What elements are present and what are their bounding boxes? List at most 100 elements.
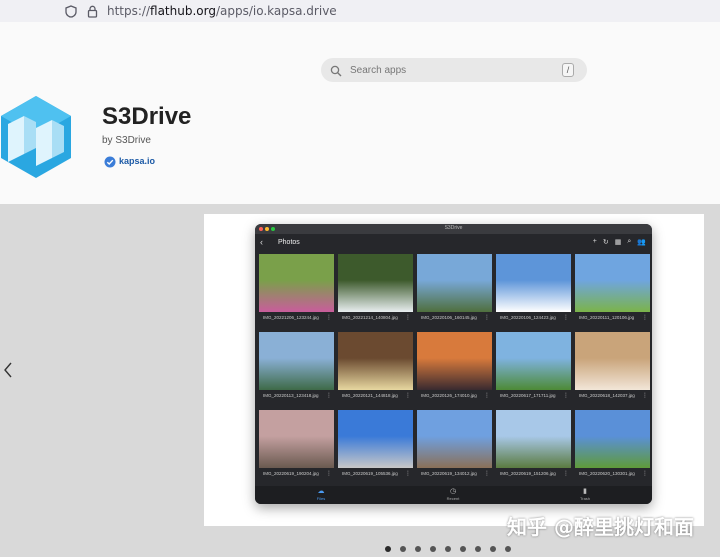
verified-domain: kapsa.io — [119, 156, 156, 166]
screenshot-slide[interactable]: S3Drive ‹ Photos + ↻ ▦ ⌕ 👥 IMG_20221206_… — [204, 214, 704, 526]
nav-files: ☁ Files — [306, 488, 336, 501]
photo-thumbnail — [338, 332, 413, 390]
photo-tile: IMG_20221214_140804.jpg ⋮ — [338, 254, 413, 328]
search-icon: ⌕ — [627, 238, 632, 245]
carousel-pagination — [385, 546, 511, 552]
more-options-icon: ⋮ — [326, 393, 332, 399]
photo-filename: IMG_20221214_140804.jpg — [342, 315, 398, 320]
photo-thumbnail — [417, 410, 492, 468]
grid-view-icon: ▦ — [614, 239, 622, 246]
more-options-icon: ⋮ — [405, 393, 411, 399]
carousel-dot[interactable] — [460, 546, 466, 552]
more-options-icon: ⋮ — [405, 471, 411, 477]
more-options-icon: ⋮ — [326, 315, 332, 321]
photo-filename: IMG_20220619_134012.jpg — [421, 471, 477, 476]
photo-tile: IMG_20220111_120106.jpg ⋮ — [575, 254, 650, 328]
cloud-icon: ☁ — [317, 488, 325, 495]
more-options-icon: ⋮ — [326, 471, 332, 477]
photo-tile: IMG_20220113_123418.jpg ⋮ — [259, 332, 334, 406]
photo-filename: IMG_20220618_142037.jpg — [579, 393, 635, 398]
photo-thumbnail — [496, 410, 571, 468]
photo-filename: IMG_20220126_174010.jpg — [421, 393, 477, 398]
nav-trash: ▮ Trash — [570, 488, 600, 501]
photo-filename: IMG_20220113_123418.jpg — [263, 393, 319, 398]
screenshot-carousel: S3Drive ‹ Photos + ↻ ▦ ⌕ 👥 IMG_20221206_… — [0, 204, 720, 557]
more-options-icon: ⋮ — [484, 471, 490, 477]
bottom-nav: ☁ Files ◷ Recent ▮ Trash — [255, 486, 652, 504]
refresh-icon: ↻ — [602, 239, 609, 246]
photo-thumbnail — [259, 332, 334, 390]
search-input[interactable]: Search apps — [350, 65, 406, 76]
browser-url-bar[interactable]: https://flathub.org/apps/io.kapsa.drive — [0, 0, 720, 22]
photo-tile: IMG_20220619_190204.jpg ⋮ — [259, 410, 334, 484]
photo-filename: IMG_20220620_130301.jpg — [579, 471, 635, 476]
more-options-icon: ⋮ — [642, 315, 648, 321]
search-box[interactable]: Search apps / — [321, 58, 587, 82]
photo-filename: IMG_20220106_160145.jpg — [421, 315, 477, 320]
photo-filename: IMG_20220619_151206.jpg — [500, 471, 556, 476]
search-shortcut-key: / — [562, 63, 574, 77]
photo-tile: IMG_20220619_134012.jpg ⋮ — [417, 410, 492, 484]
photo-thumbnail — [496, 332, 571, 390]
trash-icon: ▮ — [583, 488, 587, 495]
carousel-dot[interactable] — [505, 546, 511, 552]
photo-thumbnail — [338, 410, 413, 468]
photo-filename: IMG_20220617_171711.jpg — [500, 393, 556, 398]
app-developer[interactable]: by S3Drive — [102, 135, 151, 146]
window-title: S3Drive — [444, 225, 463, 231]
more-options-icon: ⋮ — [642, 471, 648, 477]
photo-thumbnail — [575, 254, 650, 312]
photo-thumbnail — [575, 410, 650, 468]
app-header: Search apps / S3Drive by S3Drive kapsa.i… — [0, 22, 720, 204]
more-options-icon: ⋮ — [563, 471, 569, 477]
verified-check-icon — [104, 155, 116, 168]
more-options-icon: ⋮ — [563, 393, 569, 399]
carousel-dot[interactable] — [430, 546, 436, 552]
more-options-icon: ⋮ — [563, 315, 569, 321]
photo-thumbnail — [259, 410, 334, 468]
app-window-screenshot: S3Drive ‹ Photos + ↻ ▦ ⌕ 👥 IMG_20221206_… — [255, 224, 652, 504]
photo-thumbnail — [338, 254, 413, 312]
photo-tile: IMG_20220121_144818.jpg ⋮ — [338, 332, 413, 406]
carousel-dot[interactable] — [385, 546, 391, 552]
lock-icon[interactable] — [85, 4, 99, 18]
photo-filename: IMG_20220121_144818.jpg — [342, 393, 398, 398]
verified-badge[interactable]: kapsa.io — [104, 155, 156, 168]
more-options-icon: ⋮ — [484, 393, 490, 399]
photo-filename: IMG_20220106_124423.jpg — [500, 315, 556, 320]
carousel-dot[interactable] — [445, 546, 451, 552]
photo-tile: IMG_20220620_130301.jpg ⋮ — [575, 410, 650, 484]
shield-icon[interactable] — [64, 4, 78, 18]
carousel-dot[interactable] — [415, 546, 421, 552]
photo-thumbnail — [259, 254, 334, 312]
clock-icon: ◷ — [449, 488, 457, 495]
chevron-left-icon[interactable] — [3, 362, 13, 378]
photo-tile: IMG_20220106_124423.jpg ⋮ — [496, 254, 571, 328]
url-text[interactable]: https://flathub.org/apps/io.kapsa.drive — [107, 4, 337, 18]
app-logo — [0, 96, 72, 178]
window-titlebar: S3Drive — [255, 224, 652, 234]
photo-tile: IMG_20220619_151206.jpg ⋮ — [496, 410, 571, 484]
photo-thumbnail — [496, 254, 571, 312]
photo-tile: IMG_20220106_160145.jpg ⋮ — [417, 254, 492, 328]
add-icon: + — [592, 238, 597, 245]
carousel-dot[interactable] — [490, 546, 496, 552]
photos-title: Photos — [278, 238, 300, 246]
photo-thumbnail — [417, 254, 492, 312]
photo-filename: IMG_20220619_190204.jpg — [263, 471, 319, 476]
more-options-icon: ⋮ — [642, 393, 648, 399]
carousel-dot[interactable] — [475, 546, 481, 552]
photo-tile: IMG_20221206_123244.jpg ⋮ — [259, 254, 334, 328]
photo-filename: IMG_20220619_105536.jpg — [342, 471, 398, 476]
back-arrow-icon: ‹ — [260, 237, 263, 247]
nav-recent: ◷ Recent — [438, 488, 468, 501]
photo-filename: IMG_20220111_120106.jpg — [579, 315, 635, 320]
more-options-icon: ⋮ — [405, 315, 411, 321]
photo-tile: IMG_20220126_174010.jpg ⋮ — [417, 332, 492, 406]
photos-appbar: ‹ Photos + ↻ ▦ ⌕ 👥 — [255, 234, 652, 250]
photo-filename: IMG_20221206_123244.jpg — [263, 315, 319, 320]
photo-tile: IMG_20220617_171711.jpg ⋮ — [496, 332, 571, 406]
carousel-dot[interactable] — [400, 546, 406, 552]
search-icon — [330, 64, 342, 77]
photo-thumbnail — [417, 332, 492, 390]
